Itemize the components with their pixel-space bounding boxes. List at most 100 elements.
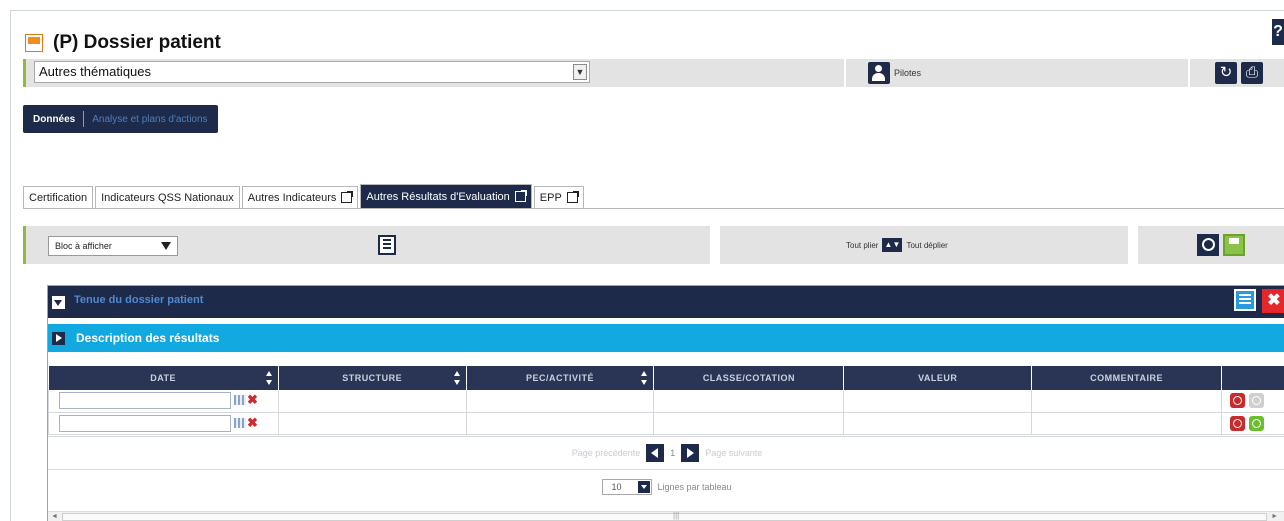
nav-tab-donnees[interactable]: Données [33,114,75,125]
valeur-cell[interactable] [843,390,1033,413]
next-page-icon[interactable] [681,444,700,462]
clear-date-icon[interactable]: ✖ [247,392,258,408]
theme-bar: Autres thématiques ▼ Pilotes ↻ ⎙ [23,59,1284,87]
prev-page-label[interactable]: Page précédente [572,448,641,458]
external-link-icon [341,191,354,203]
structure-cell[interactable] [277,412,467,435]
tab-label: Certification [29,191,88,204]
column-header-commentaire: COMMENTAIRE [1031,366,1223,390]
tab-epp[interactable]: EPP [533,186,584,208]
classe-cotation-cell[interactable] [653,412,845,435]
external-link-icon [566,191,579,203]
tab-autres-indicateurs[interactable]: Autres Indicateurs [241,186,359,208]
section-title: Description des résultats [76,331,220,345]
commentaire-cell[interactable] [1031,390,1223,413]
section-header: Description des résultats [48,324,1284,352]
next-page-label[interactable]: Page suivante [705,448,762,458]
structure-cell[interactable] [277,390,467,413]
column-header-pec-activite[interactable]: PEC/ACTIVITÉ [466,366,655,390]
bloc-toolbar: Bloc à afficher Tout plier ▲▼ Tout dépli… [23,226,1284,264]
collapse-icon[interactable] [52,296,65,309]
tab-label: EPP [539,191,562,204]
title-row: (P) Dossier patient [25,29,221,57]
expand-icon[interactable] [52,332,65,345]
prev-page-icon[interactable] [646,444,665,462]
row-actions [1221,390,1284,413]
pec-activite-cell[interactable] [465,390,655,413]
scroll-right-icon[interactable]: ► [1271,513,1278,520]
sub-tabs: Certification Indicateurs QSS Nationaux … [23,184,586,208]
rows-per-page: 10 Lignes par tableau [48,472,1284,502]
user-settings-icon [868,62,890,84]
divider [844,59,846,87]
page-number: 1 [670,448,676,458]
date-cell: ✖ [48,412,279,435]
fold-toggle-icon[interactable]: ▲▼ [882,238,903,252]
app-frame: (P) Dossier patient ? Autres thématiques… [10,10,1284,521]
column-label: STRUCTURE [342,373,403,383]
bloc-select[interactable]: Bloc à afficher [48,236,178,256]
tab-indicateurs-qss[interactable]: Indicateurs QSS Nationaux [95,186,240,208]
sort-icon[interactable] [641,371,648,385]
calendar-icon[interactable] [234,417,246,428]
pilotes-button[interactable]: Pilotes [868,62,921,84]
search-document-icon[interactable] [1197,234,1219,256]
valeur-cell[interactable] [843,412,1033,435]
tab-certification[interactable]: Certification [23,186,94,208]
column-header-date[interactable]: DATE [48,366,279,390]
help-icon[interactable]: ? [1272,19,1284,45]
date-cell: ✖ [48,390,279,413]
chevron-down-icon[interactable] [638,481,651,493]
nav-tab-analyse[interactable]: Analyse et plans d'actions [92,114,207,125]
flag-icon [25,34,43,52]
column-header-valeur: VALEUR [843,366,1033,390]
theme-select-value: Autres thématiques [39,64,152,79]
column-label: CLASSE/COTATION [702,373,795,383]
date-input[interactable] [59,414,231,432]
theme-select[interactable]: Autres thématiques ▼ [34,61,590,83]
commentaire-cell[interactable] [1031,412,1223,435]
pec-activite-cell[interactable] [465,412,655,435]
scroll-left-icon[interactable]: ◄ [51,513,58,520]
divider [1188,59,1190,87]
close-icon[interactable]: ✖ [1262,289,1284,313]
tab-autres-resultats[interactable]: Autres Résultats d'Evaluation [360,184,532,208]
results-table: DATE STRUCTURE PEC/ACTIVITÉ CLASSE/COTAT… [48,366,1284,435]
table-row: ✖ [48,412,1284,435]
tab-label: Autres Indicateurs [247,191,337,204]
classe-cotation-cell[interactable] [653,390,845,413]
grip-icon: ||| [673,511,680,520]
remove-row-icon[interactable] [1230,393,1246,408]
clear-date-icon[interactable]: ✖ [247,415,258,431]
header-actions: ↻ ⎙ [1215,62,1263,84]
sort-icon[interactable] [265,371,272,385]
add-row-icon[interactable] [1249,415,1265,431]
column-header-structure[interactable]: STRUCTURE [278,366,467,390]
tab-label: Indicateurs QSS Nationaux [101,191,234,204]
divider [83,111,85,127]
refresh-icon[interactable]: ↻ [1215,62,1237,84]
divider [1128,226,1138,264]
main-nav: Données Analyse et plans d'actions [23,105,218,133]
columns-config-icon[interactable] [378,235,396,255]
save-icon[interactable] [1223,234,1245,256]
scroll-thumb[interactable]: ||| [62,511,1267,521]
fold-all-label[interactable]: Tout plier [846,241,878,250]
sort-icon[interactable] [453,371,460,385]
export-document-icon[interactable]: ⎙ [1241,62,1263,84]
chevron-down-icon[interactable]: ▼ [573,64,587,80]
column-label: DATE [150,373,177,383]
unfold-all-label[interactable]: Tout déplier [906,241,947,250]
add-row-icon [1249,393,1265,408]
grid-view-icon[interactable] [1234,289,1256,311]
chevron-down-icon [161,242,171,250]
rows-per-page-select[interactable]: 10 [602,479,653,495]
column-header-actions [1221,366,1284,390]
column-label: VALEUR [918,373,958,383]
calendar-icon[interactable] [234,395,246,405]
toolbar-actions [1197,234,1245,256]
pilotes-label: Pilotes [894,68,922,78]
remove-row-icon[interactable] [1230,415,1246,431]
date-input[interactable] [59,392,231,409]
horizontal-scrollbar[interactable]: ◄ ||| ► [48,511,1284,521]
